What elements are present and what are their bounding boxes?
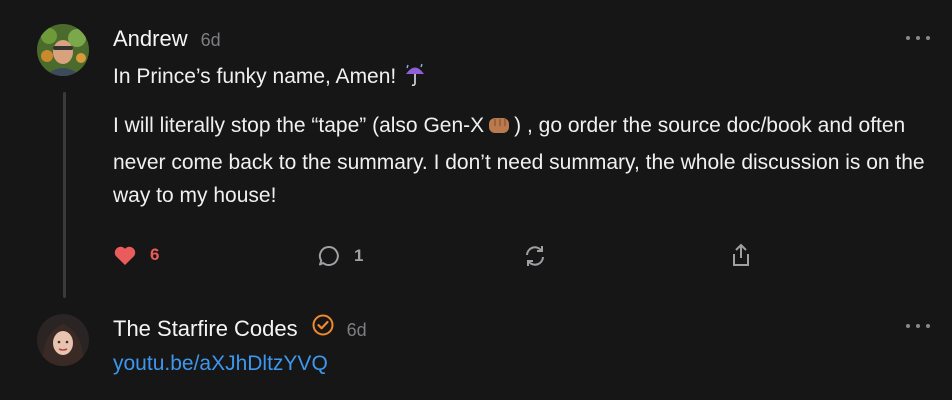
youtube-link[interactable]: youtu.be/aXJhDltzYVQ — [113, 352, 328, 376]
thread-line — [63, 92, 66, 298]
verified-badge-icon — [312, 314, 334, 336]
fist-bump-icon — [486, 113, 512, 146]
author-name[interactable]: The Starfire Codes — [113, 316, 298, 342]
reply-button[interactable]: 1 — [317, 244, 363, 268]
comment-bubble-icon — [318, 245, 339, 266]
timestamp[interactable]: 6d — [201, 30, 221, 51]
comment-header: The Starfire Codes 6d — [113, 314, 930, 344]
comment-body: In Prince’s funky name, Amen! — [113, 60, 930, 97]
comment-andrew: Andrew 6d In Prince’s funky name, Amen! … — [113, 26, 930, 266]
like-count: 6 — [150, 245, 160, 264]
share-button[interactable] — [729, 242, 753, 268]
comment-header: Andrew 6d — [113, 26, 930, 56]
reply-count: 1 — [354, 246, 364, 265]
paragraph-1: In Prince’s funky name, Amen! — [113, 65, 397, 88]
more-options-icon[interactable] — [906, 28, 930, 48]
avatar[interactable] — [37, 314, 89, 366]
like-button[interactable]: 6 — [113, 244, 159, 266]
restack-button[interactable] — [523, 244, 547, 268]
more-options-icon[interactable] — [906, 316, 930, 336]
comment-starfire: The Starfire Codes 6d youtu.be/aXJhDltzY… — [113, 314, 930, 376]
share-icon — [733, 243, 749, 266]
comment-body-2: I will literally stop the “tape” (also G… — [113, 109, 930, 212]
heart-icon — [114, 246, 136, 265]
comment-actions: 6 1 — [113, 242, 773, 274]
avatar[interactable] — [37, 24, 89, 76]
timestamp[interactable]: 6d — [347, 320, 367, 341]
restack-icon — [526, 246, 544, 266]
author-name[interactable]: Andrew — [113, 26, 188, 52]
paragraph-2-start: I will literally stop the “tape” (also G… — [113, 114, 485, 137]
umbrella-with-rain-icon — [404, 63, 426, 97]
